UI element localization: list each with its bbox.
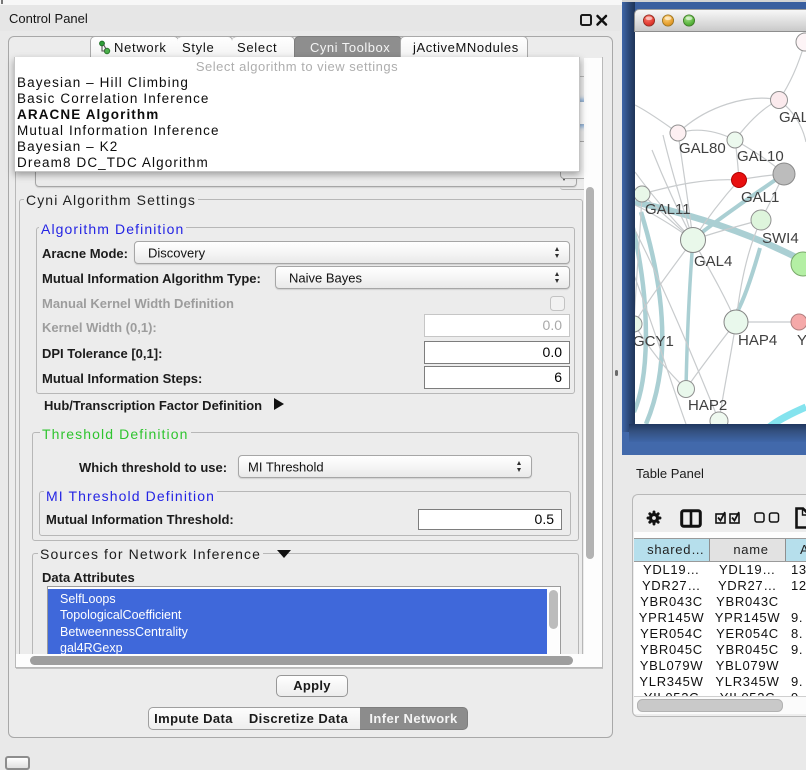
svg-text:SWI4: SWI4 xyxy=(762,230,799,247)
svg-text:YJL: YJL xyxy=(797,332,806,349)
svg-text:GAL4: GAL4 xyxy=(694,253,732,270)
svg-text:HAP4: HAP4 xyxy=(738,332,777,349)
svg-text:GAL80: GAL80 xyxy=(679,140,726,157)
svg-text:GCY1: GCY1 xyxy=(635,333,674,350)
svg-text:GAL10: GAL10 xyxy=(737,148,784,165)
svg-text:GAL7: GAL7 xyxy=(779,109,806,126)
svg-text:GAL11: GAL11 xyxy=(645,201,691,218)
svg-text:GAL1: GAL1 xyxy=(741,189,779,206)
svg-text:HAP2: HAP2 xyxy=(688,397,727,414)
